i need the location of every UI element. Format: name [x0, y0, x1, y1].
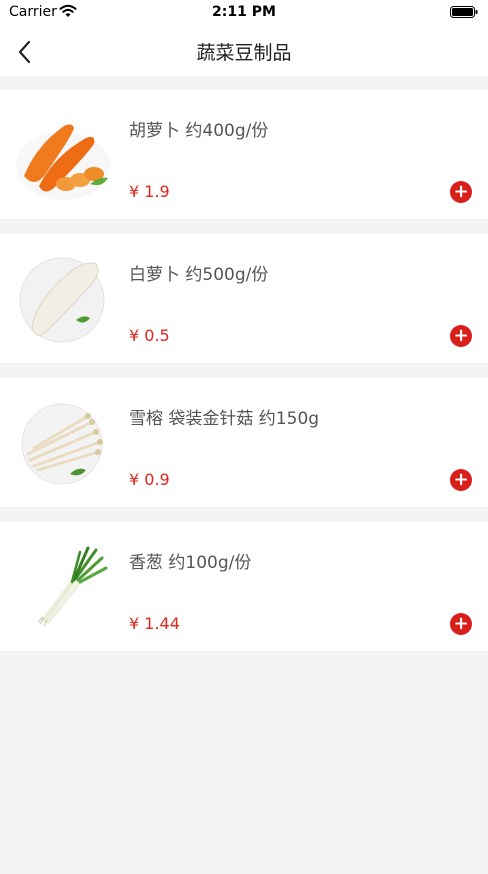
product-price: ¥ 1.9	[129, 182, 170, 201]
product-card[interactable]: 白萝卜 约500g/份 ¥ 0.5 +	[0, 234, 488, 363]
plus-icon: +	[453, 469, 469, 490]
product-name: 雪榕 袋装金针菇 约150g	[129, 409, 320, 429]
plus-icon: +	[453, 613, 469, 634]
add-to-cart-button[interactable]: +	[450, 181, 472, 203]
page-title: 蔬菜豆制品	[196, 42, 292, 64]
product-price: ¥ 1.44	[129, 614, 180, 633]
add-to-cart-button[interactable]: +	[450, 469, 472, 491]
enoki-mushroom-image	[21, 403, 103, 485]
battery-icon	[450, 6, 478, 18]
scallion-image	[37, 546, 108, 627]
product-price: ¥ 0.5	[129, 326, 170, 345]
product-card[interactable]: 香葱 约100g/份 ¥ 1.44 +	[0, 522, 488, 651]
daikon-image	[19, 257, 105, 343]
navigation-bar: 蔬菜豆制品	[0, 26, 488, 76]
add-to-cart-button[interactable]: +	[450, 325, 472, 347]
product-card[interactable]: 胡萝卜 约400g/份 ¥ 1.9 +	[0, 90, 488, 219]
status-time: 2:11 PM	[212, 4, 276, 20]
product-name: 白萝卜 约500g/份	[129, 265, 269, 285]
plus-icon: +	[453, 325, 469, 346]
carrot-image	[16, 124, 110, 200]
add-to-cart-button[interactable]: +	[450, 613, 472, 635]
status-bar: Carrier 2:11 PM	[0, 0, 488, 26]
product-price: ¥ 0.9	[129, 470, 170, 489]
product-name: 胡萝卜 约400g/份	[129, 121, 269, 141]
product-name: 香葱 约100g/份	[129, 553, 252, 573]
plus-icon: +	[453, 181, 469, 202]
product-card[interactable]: 雪榕 袋装金针菇 约150g ¥ 0.9 +	[0, 378, 488, 507]
